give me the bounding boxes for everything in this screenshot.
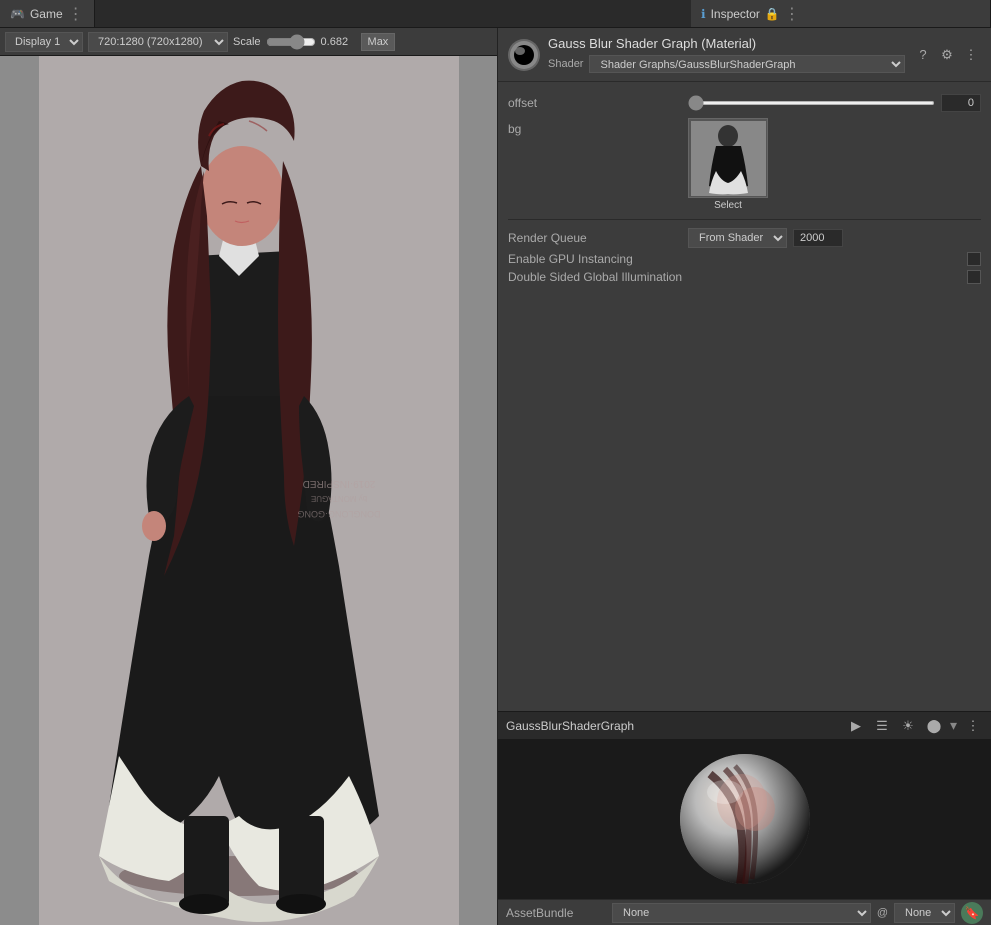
top-bar: 🎮 Game ⋮ ℹ Inspector 🔒 ⋮ [0, 0, 991, 28]
asset-variant-dropdown[interactable]: None [894, 903, 955, 923]
shader-dropdown[interactable]: Shader Graphs/GaussBlurShaderGraph [589, 55, 905, 73]
lock-icon[interactable]: 🔒 [765, 7, 780, 21]
inspector-info-icon: ℹ [701, 7, 706, 21]
material-header: Gauss Blur Shader Graph (Material) Shade… [498, 28, 991, 82]
asset-bundle-dropdown[interactable]: None [612, 903, 871, 923]
game-panel: Display 1 720:1280 (720x1280) Scale 0.68… [0, 28, 497, 925]
texture-art [691, 121, 766, 196]
inspector-tab-menu-icon[interactable]: ⋮ [784, 4, 800, 24]
shader-graph-name: GaussBlurShaderGraph [506, 719, 840, 733]
offset-slider[interactable] [688, 101, 935, 105]
double-sided-checkbox[interactable] [967, 270, 981, 284]
render-queue-number[interactable] [793, 229, 843, 247]
gpu-instancing-label: Enable GPU Instancing [508, 252, 967, 266]
bg-row: bg Select [508, 118, 981, 211]
resolution-select[interactable]: 720:1280 (720x1280) [88, 32, 228, 52]
asset-bundle-label: AssetBundle [506, 906, 606, 920]
arrow-down-icon: ▾ [950, 717, 957, 734]
material-name: Gauss Blur Shader Graph (Material) [548, 36, 905, 51]
scale-slider[interactable] [266, 34, 316, 50]
asset-bundle-row: AssetBundle None @ None 🔖 [498, 899, 991, 925]
gpu-instancing-checkbox[interactable] [967, 252, 981, 266]
render-queue-row: Render Queue From Shader [508, 228, 981, 248]
bg-label: bg [508, 118, 688, 136]
play-button[interactable]: ▶ [846, 716, 866, 736]
offset-value-input[interactable] [941, 94, 981, 112]
double-sided-label: Double Sided Global Illumination [508, 270, 967, 284]
inspector-header-icons: 🔒 ⋮ [765, 4, 800, 24]
svg-text:DONGLONG·GONG: DONGLONG·GONG [297, 509, 380, 519]
shader-label: Shader [548, 58, 583, 70]
shader-graph-bar: GaussBlurShaderGraph ▶ ☰ ☀ ⬤ ▾ ⋮ [498, 711, 991, 739]
divider-1 [508, 219, 981, 220]
game-toolbar: Display 1 720:1280 (720x1280) Scale 0.68… [0, 28, 497, 56]
tab-inspector[interactable]: ℹ Inspector 🔒 ⋮ [691, 0, 991, 27]
svg-text:by MONTAGUE: by MONTAGUE [310, 494, 366, 503]
game-controller-icon: 🎮 [10, 7, 25, 21]
scale-value: 0.682 [321, 36, 356, 48]
inspector-panel: Gauss Blur Shader Graph (Material) Shade… [497, 28, 991, 925]
properties-area: offset bg [498, 82, 991, 711]
texture-preview[interactable] [688, 118, 768, 198]
offset-label: offset [508, 96, 688, 110]
material-icon [508, 39, 540, 71]
hamburger-button[interactable]: ☰ [872, 716, 892, 736]
help-button[interactable]: ? [913, 45, 933, 65]
sphere-preview [680, 754, 810, 884]
bg-control: Select [688, 118, 768, 211]
inspector-tab-label: Inspector [711, 7, 760, 21]
game-tab-menu-icon[interactable]: ⋮ [68, 4, 84, 24]
game-canvas: 2019·INSPIRED by MONTAGUE DONGLONG·GONG [0, 56, 497, 925]
material-title-area: Gauss Blur Shader Graph (Material) Shade… [548, 36, 905, 73]
sphere-art [680, 754, 810, 884]
preview-area [498, 739, 991, 899]
double-sided-row: Double Sided Global Illumination [508, 270, 981, 284]
offset-row: offset [508, 92, 981, 114]
svg-text:2019·INSPIRED: 2019·INSPIRED [302, 478, 375, 489]
game-tab-label: Game [30, 7, 63, 21]
settings-button[interactable]: ⚙ [937, 45, 957, 65]
sun-button[interactable]: ☀ [898, 716, 918, 736]
asset-icon-button[interactable]: 🔖 [961, 902, 983, 924]
render-queue-label: Render Queue [508, 231, 688, 245]
max-button[interactable]: Max [361, 33, 396, 51]
render-queue-dropdown[interactable]: From Shader [688, 228, 787, 248]
shader-row: Shader Shader Graphs/GaussBlurShaderGrap… [548, 55, 905, 73]
gpu-instancing-row: Enable GPU Instancing [508, 252, 981, 266]
character-art: 2019·INSPIRED by MONTAGUE DONGLONG·GONG [39, 56, 459, 925]
at-icon: @ [877, 907, 888, 919]
select-label: Select [688, 200, 768, 211]
material-header-icons: ? ⚙ ⋮ [913, 45, 981, 65]
sg-more-button[interactable]: ⋮ [963, 716, 983, 736]
more-button[interactable]: ⋮ [961, 45, 981, 65]
sphere-toggle-button[interactable]: ⬤ [924, 716, 944, 736]
display-select[interactable]: Display 1 [5, 32, 83, 52]
offset-control [688, 94, 981, 112]
scale-label: Scale [233, 36, 261, 48]
tab-game[interactable]: 🎮 Game ⋮ [0, 0, 95, 27]
main-layout: Display 1 720:1280 (720x1280) Scale 0.68… [0, 28, 991, 925]
